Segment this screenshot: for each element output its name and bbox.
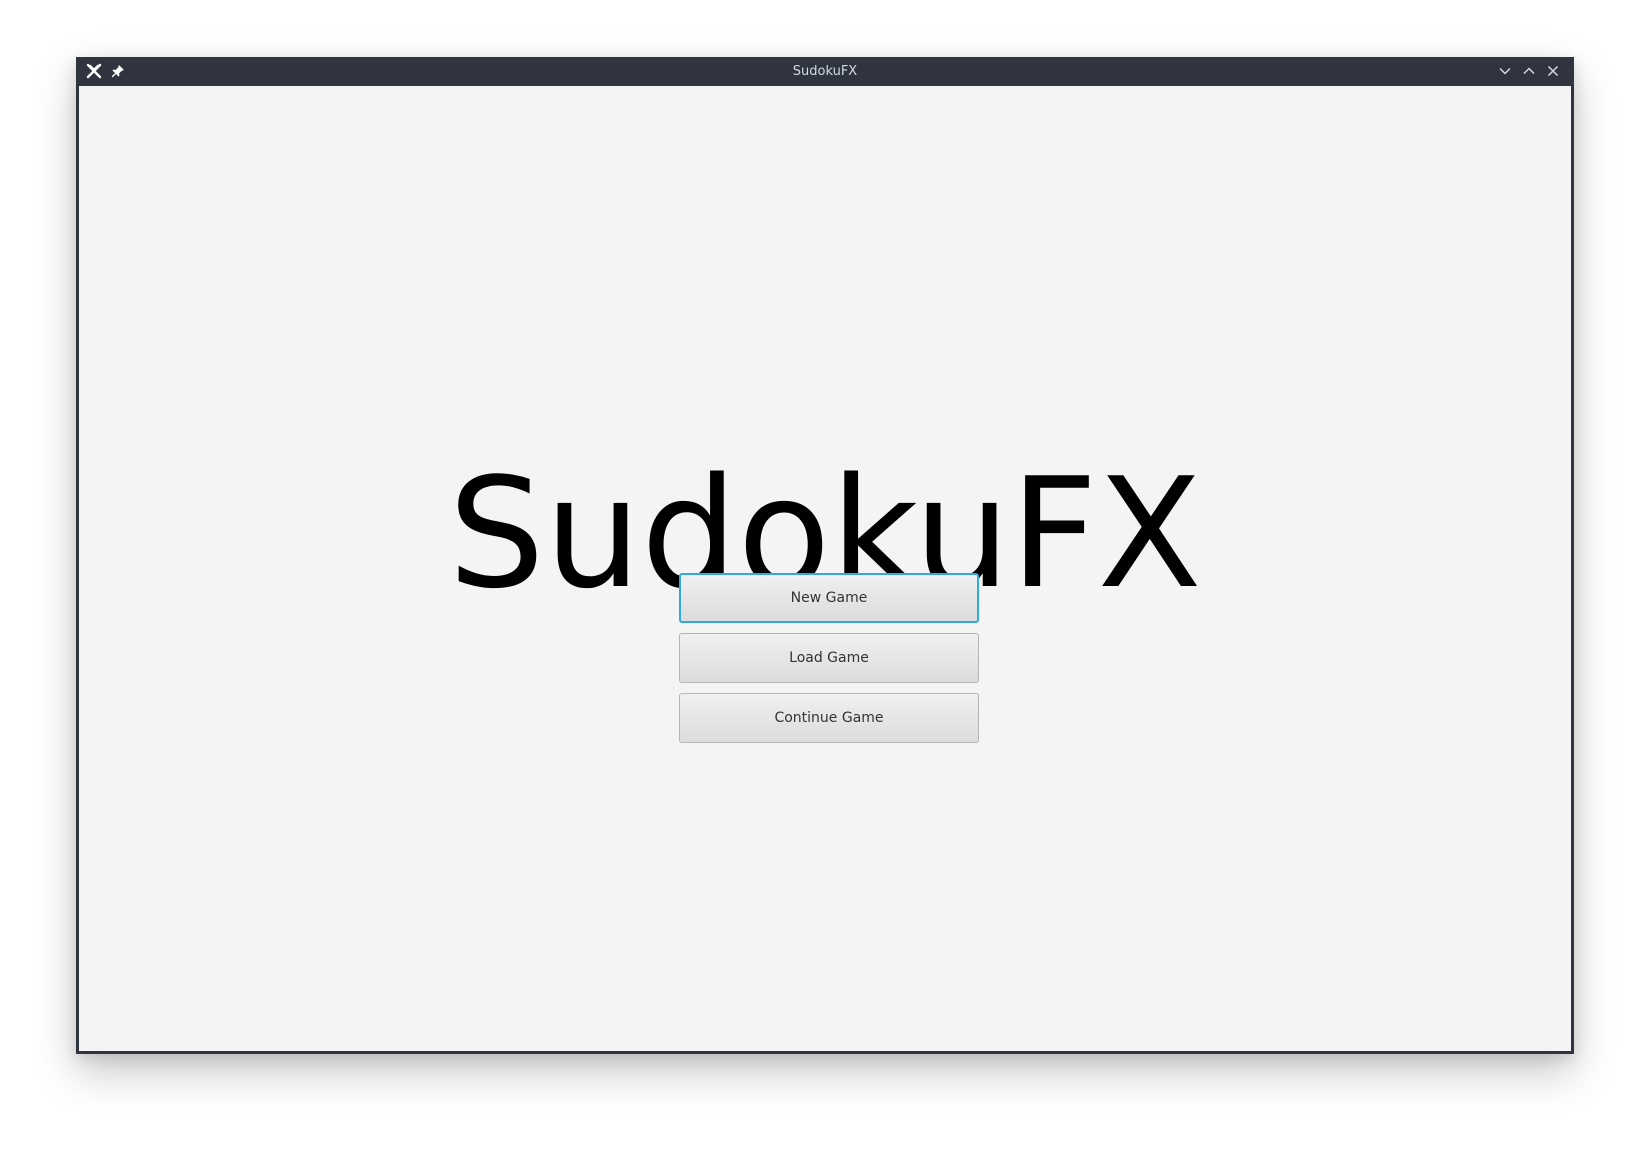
new-game-button[interactable]: New Game [679,573,979,623]
window-title: SudokuFX [792,64,858,79]
title-bar[interactable]: SudokuFX [76,57,1574,86]
load-game-button[interactable]: Load Game [679,633,979,683]
main-content: SudokuFX New Game Load Game Continue Gam… [79,86,1571,1051]
app-window: SudokuFX SudokuFX New Game Load Game Con… [76,57,1574,1054]
chevron-down-icon[interactable] [1496,62,1514,80]
close-icon[interactable] [1544,62,1562,80]
chevron-up-icon[interactable] [1520,62,1538,80]
continue-game-button[interactable]: Continue Game [679,693,979,743]
